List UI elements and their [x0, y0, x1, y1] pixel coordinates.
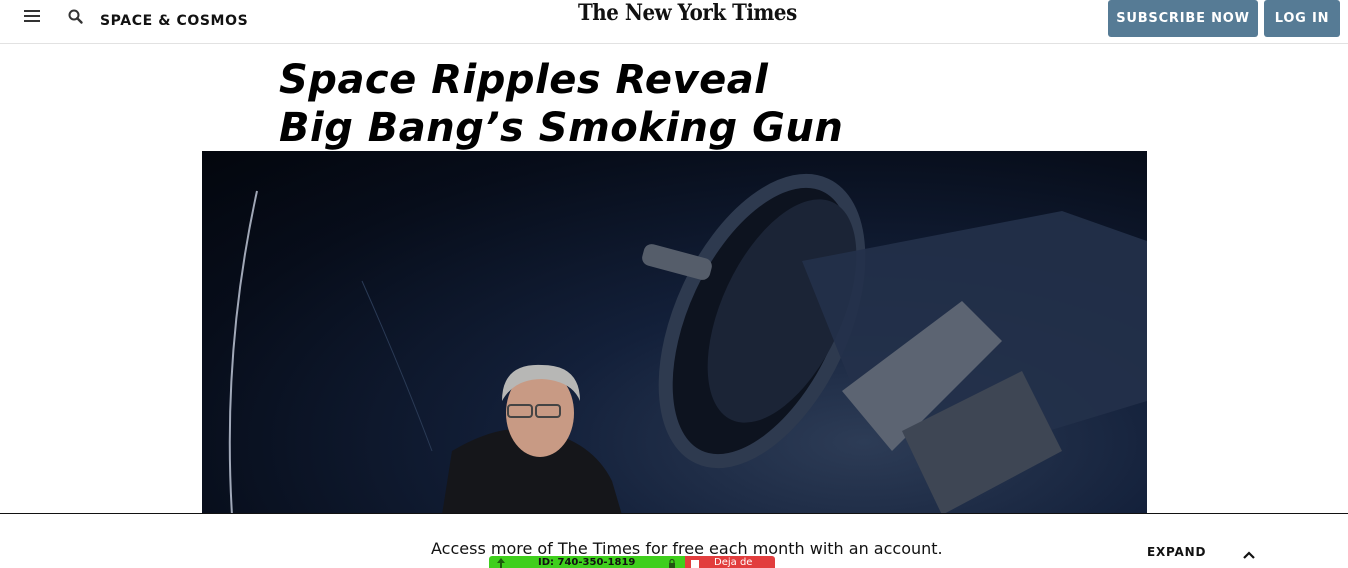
- lead-photo: [202, 151, 1147, 515]
- headline-line-1: Space Ripples Reveal: [279, 57, 769, 103]
- headline-line-2: Big Bang’s Smoking Gun: [279, 105, 844, 151]
- subscribe-button[interactable]: SUBSCRIBE NOW: [1108, 0, 1258, 37]
- arrow-up-icon: [497, 558, 505, 568]
- chevron-up-icon[interactable]: [1242, 545, 1256, 559]
- login-button[interactable]: LOG IN: [1264, 0, 1340, 37]
- search-icon[interactable]: [67, 8, 85, 26]
- hamburger-menu-icon[interactable]: [24, 10, 42, 24]
- lock-icon: [667, 558, 677, 568]
- session-id-text: ID: 740-350-1819: [538, 557, 636, 568]
- expand-button[interactable]: EXPAND: [1147, 545, 1206, 559]
- stop-square-icon: [691, 560, 699, 568]
- article-headline: Space Ripples Reveal Big Bang’s Smoking …: [279, 56, 1079, 152]
- stop-sharing-label: Deja de: [714, 557, 753, 568]
- site-header: SPACE & COSMOS The New York Times SUBSCR…: [0, 0, 1348, 44]
- stop-sharing-button[interactable]: Deja de: [685, 556, 775, 568]
- nyt-logo[interactable]: The New York Times: [578, 0, 797, 26]
- remote-session-bar: ID: 740-350-1819 Deja de: [489, 556, 775, 568]
- section-link[interactable]: SPACE & COSMOS: [100, 13, 248, 29]
- session-id-panel[interactable]: ID: 740-350-1819: [489, 556, 685, 568]
